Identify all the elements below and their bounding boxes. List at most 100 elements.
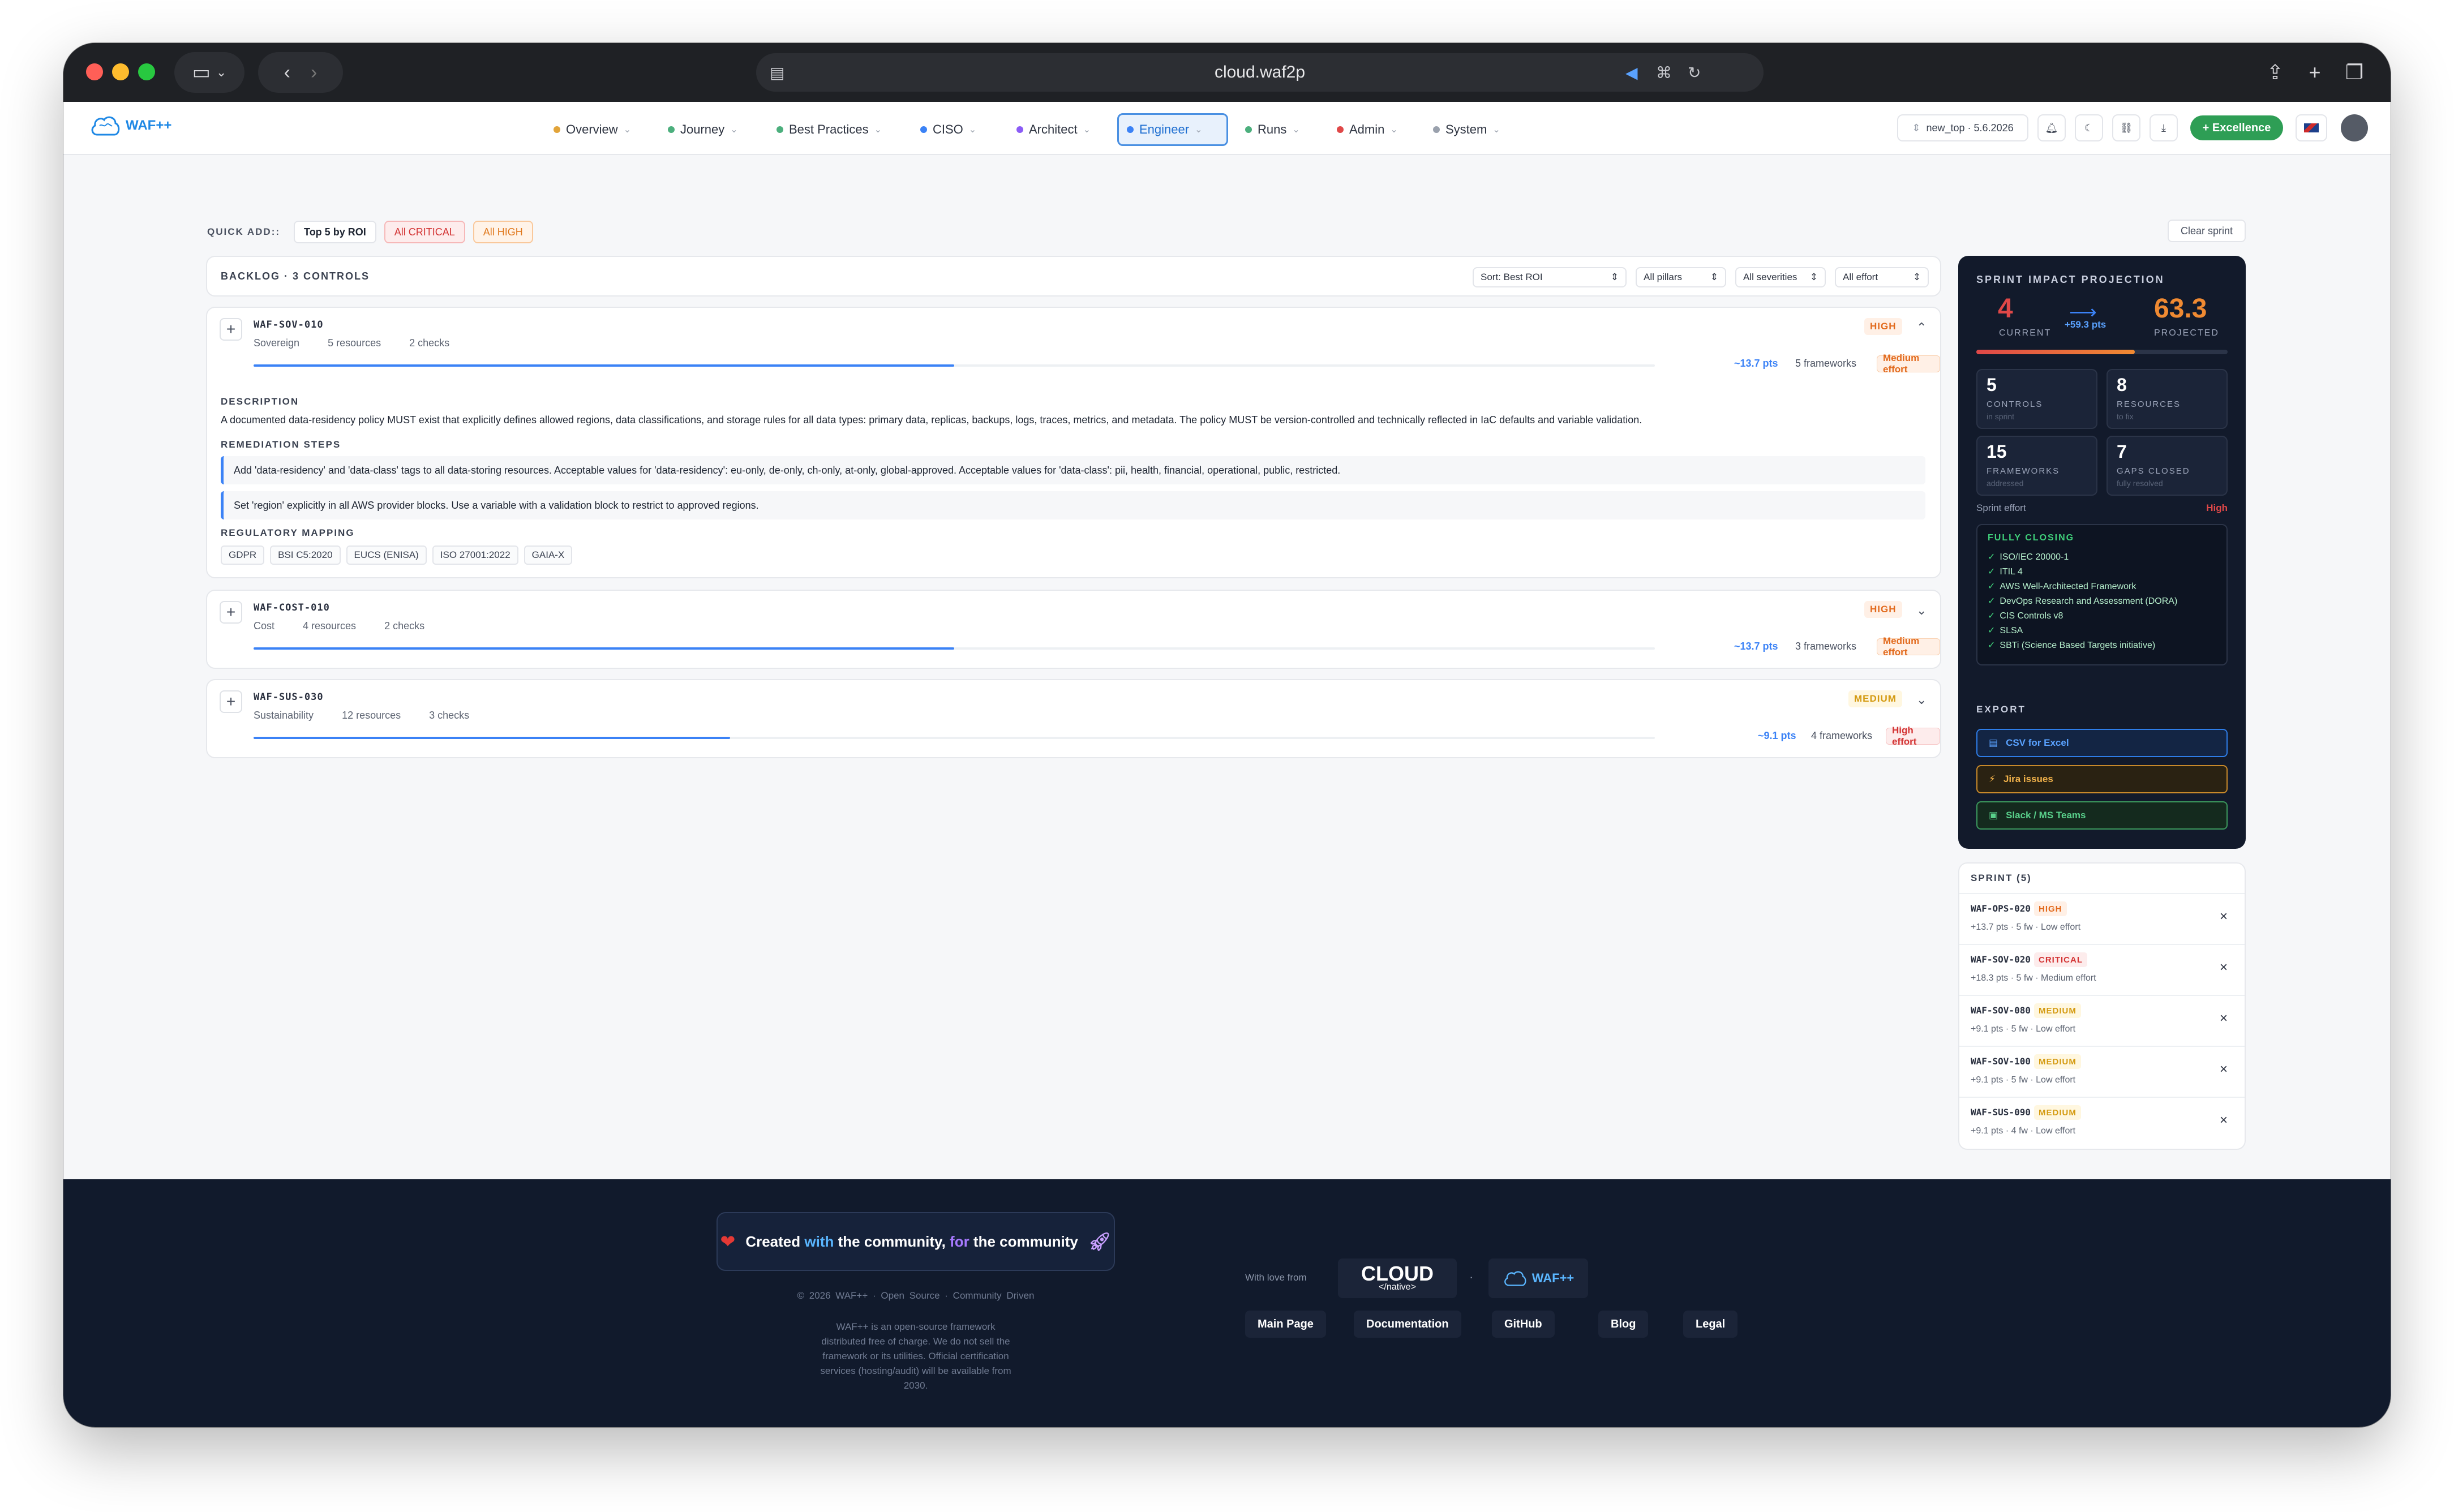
effort-select[interactable]: All effort ⇕ [1835,267,1929,287]
effort-badge: Medium effort [1877,635,1940,658]
chevron-down-icon: ⌄ [968,125,977,135]
address-bar[interactable]: ▤ cloud.waf2p ◀ ⌘ ↻ [756,53,1764,92]
back-icon[interactable]: ‹ [284,62,290,84]
closing-item: ✓ SBTi (Science Based Targets initiative) [1988,638,2177,653]
export-label: EXPORT [1976,704,2026,715]
reload-icon[interactable]: ↻ [1688,53,1701,92]
sprint-item-id: WAF-OPS-020 [1971,903,2031,914]
export-csv-button[interactable]: ▤ CSV for Excel [1976,729,2228,757]
dark-mode-button[interactable]: ☾ [2075,114,2103,141]
current-score: 4 [1998,294,2013,324]
export-slack-button[interactable]: ▣ Slack / MS Teams [1976,801,2228,830]
footer-link-github[interactable]: GitHub [1492,1311,1555,1338]
pillar-select[interactable]: All pillars ⇕ [1636,267,1726,287]
clear-sprint-button[interactable]: Clear sprint [2168,220,2246,242]
fully-closing-list: ✓ ISO/IEC 20000-1 ✓ ITIL 4 ✓ AWS Well-Archi… [1988,550,2177,653]
cloud-native-logo[interactable]: CLOUD </native> [1338,1258,1457,1298]
select-arrows-icon: ⇕ [1912,272,1921,282]
regulatory-tag: ISO 27001:2022 [432,545,518,565]
sprint-list: SPRINT (5) WAF-OPS-020 HIGH +13.7 pts · … [1958,862,2246,1150]
minimize-window-button[interactable] [112,63,129,80]
closing-item-label: SBTi (Science Based Targets initiative) [2000,641,2156,650]
bell-icon: 🔔︎ [2045,122,2058,134]
zoom-window-button[interactable] [138,63,155,80]
nav-admin[interactable]: Admin ⌄ [1329,113,1406,146]
stat-sub: to fix [2117,412,2134,421]
waf-logo[interactable]: WAF++ [1488,1258,1588,1298]
add-to-sprint-button[interactable]: + [220,690,242,713]
language-button[interactable] [2296,114,2327,141]
nav-overview[interactable]: Overview ⌄ [546,113,639,146]
control-resources: 4 resources [303,620,357,632]
add-to-sprint-button[interactable]: + [220,601,242,624]
version-select[interactable]: ⇕ new_top · 5.6.2026 [1897,114,2028,141]
nav-best-practices[interactable]: Best Practices ⌄ [769,113,890,146]
sprint-item-sub: +9.1 pts · 4 fw · Low effort [1971,1126,2076,1136]
closing-item: ✓ ITIL 4 [1988,565,2177,579]
app-logo[interactable]: WAF++ [89,113,171,138]
closing-item-label: CIS Controls v8 [2000,611,2063,621]
chevron-down-icon[interactable]: ⌄ [1916,603,1927,618]
export-slack-label: Slack / MS Teams [2006,810,2086,821]
sprint-impact-panel: SPRINT IMPACT PROJECTION 4 CURRENT ⟶ +59… [1958,256,2246,849]
chevron-down-icon: ⌄ [1492,125,1500,135]
closing-item: ✓ SLSA [1988,624,2177,638]
cloud-brain-icon [91,116,120,136]
severity-select[interactable]: All severities ⇕ [1735,267,1826,287]
share-icon[interactable]: ⇪ [2259,57,2291,88]
close-window-button[interactable] [86,63,103,80]
all-high-button[interactable]: All HIGH [473,221,533,243]
notifications-button[interactable]: 🔔︎ [2037,114,2066,141]
severity-badge: MEDIUM [1848,690,1902,707]
chevron-down-icon: ⌄ [730,125,738,135]
severity-badge: MEDIUM [2034,1003,2081,1018]
export-jira-button[interactable]: ⚡ Jira issues [1976,765,2228,793]
chevron-down-icon: ⌄ [1195,125,1203,135]
sidebar-toggle-button[interactable]: ▭ ⌄ [174,52,244,93]
audio-icon[interactable]: ◀ [1625,53,1638,92]
chevron-up-icon[interactable]: ⌃ [1916,320,1927,335]
remove-icon[interactable]: × [2220,1062,2228,1077]
stat-label: RESOURCES [2117,400,2181,409]
remediation-step: Add 'data-residency' and 'data-class' ta… [221,456,1925,484]
effort-label: All effort [1843,272,1878,282]
link-icon: ⛓ [2120,122,2133,134]
tab-overview-icon[interactable]: ❐ [2339,57,2370,88]
sprint-item: WAF-SOV-020 CRITICAL +18.3 pts · 5 fw · … [1959,944,2245,995]
footer-link-legal[interactable]: Legal [1683,1311,1738,1338]
control-checks: 3 checks [429,710,470,721]
download-icon: ⤓ [2161,122,2166,134]
footer-link-main-page[interactable]: Main Page [1245,1311,1326,1338]
nav-journey[interactable]: Journey ⌄ [660,113,746,146]
sort-select[interactable]: Sort: Best ROI ⇕ [1473,267,1627,287]
top5-roi-button[interactable]: Top 5 by ROI [294,221,376,243]
nav-system[interactable]: System ⌄ [1425,113,1508,146]
forward-icon[interactable]: › [311,62,317,84]
nav-architect[interactable]: Architect ⌄ [1009,113,1099,146]
nav-ciso[interactable]: CISO ⌄ [912,113,984,146]
remove-icon[interactable]: × [2220,960,2228,976]
sprint-title: SPRINT (5) [1971,873,2032,883]
remove-icon[interactable]: × [2220,1112,2228,1128]
score-track [254,364,1655,367]
all-critical-button[interactable]: All CRITICAL [384,221,465,243]
waf-logo-text: WAF++ [1531,1271,1574,1285]
avatar[interactable] [2341,114,2368,141]
download-button[interactable]: ⤓ [2150,114,2178,141]
link-button[interactable]: ⛓ [2112,114,2140,141]
score-track [254,647,1655,650]
remove-icon[interactable]: × [2220,1011,2228,1026]
translate-icon[interactable]: ⌘ [1656,53,1672,92]
chevron-down-icon: ⌄ [1083,125,1091,135]
chevron-down-icon[interactable]: ⌄ [1916,693,1927,707]
add-to-sprint-button[interactable]: + [220,318,242,341]
new-tab-icon[interactable]: + [2299,57,2331,88]
footer-link-documentation[interactable]: Documentation [1354,1311,1461,1338]
remove-icon[interactable]: × [2220,909,2228,925]
impact-track [1976,350,2228,354]
nav-runs[interactable]: Runs ⌄ [1237,113,1308,146]
page-settings-icon[interactable]: ▤ [770,53,784,92]
excellence-button[interactable]: + Excellence [2190,115,2283,140]
footer-link-blog[interactable]: Blog [1598,1311,1649,1338]
nav-engineer[interactable]: Engineer ⌄ [1117,113,1228,146]
